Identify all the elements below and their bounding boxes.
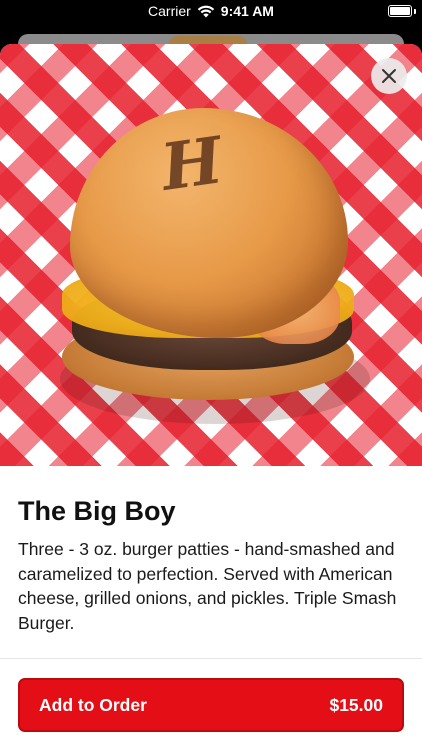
battery-level: [390, 7, 410, 15]
divider: [0, 658, 422, 659]
burger-photo: H: [0, 44, 422, 466]
item-price: $15.00: [329, 694, 383, 715]
status-bar: Carrier 9:41 AM: [0, 0, 422, 24]
battery-icon: [388, 5, 412, 17]
add-to-order-label: Add to Order: [39, 694, 147, 715]
add-to-order-button[interactable]: Add to Order $15.00: [18, 678, 404, 732]
wifi-icon: [197, 5, 214, 18]
carrier-label: Carrier: [148, 3, 191, 19]
item-detail-sheet: H The Big Boy Three - 3 oz. burger patti…: [0, 44, 422, 750]
close-icon: [382, 69, 396, 83]
item-title: The Big Boy: [18, 496, 176, 526]
status-center: Carrier 9:41 AM: [0, 3, 422, 19]
status-time: 9:41 AM: [220, 3, 274, 19]
item-description: Three - 3 oz. burger patties - hand-smas…: [18, 539, 397, 633]
close-button[interactable]: [371, 58, 407, 94]
battery-tip: [414, 9, 416, 14]
